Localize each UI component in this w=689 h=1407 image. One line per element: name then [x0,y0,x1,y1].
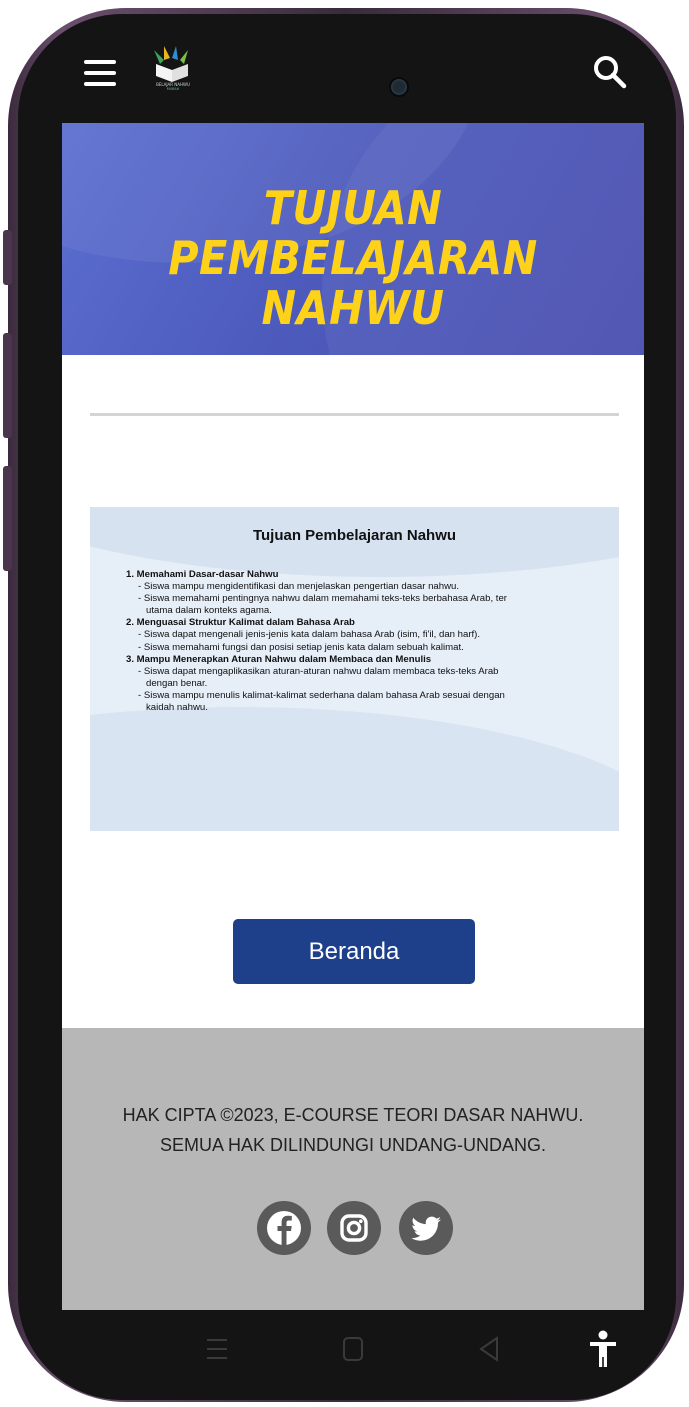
facebook-icon[interactable] [257,1201,311,1255]
objective-item: utama dalam konteks agama. [146,605,272,617]
objective-item: kaidah nahwu. [146,702,208,714]
recent-apps-icon[interactable] [206,1336,228,1367]
system-navigation-bar [62,1310,644,1390]
card-title: Tujuan Pembelajaran Nahwu [252,527,457,544]
objective-item: dengan benar. [146,677,208,689]
page-content: TUJUAN PEMBELAJARAN NAHWU Tujuan Pembela… [62,123,644,1310]
objective-item: - Siswa mampu menulis kalimat-kalimat se… [138,689,505,701]
menu-icon[interactable] [84,60,116,86]
objective-item: - Siswa memahami pentingnya nahwu dalam … [138,593,508,605]
objective-heading: 1. Memahami Dasar-dasar Nahwu [126,569,279,580]
objective-heading: 3. Mampu Menerapkan Aturan Nahwu dalam M… [126,653,432,665]
twitter-icon[interactable] [399,1201,453,1255]
site-logo[interactable]: BELAJAR NAHWU MUBAH [146,42,200,91]
objective-item: - Siswa mampu mengidentifikasi dan menje… [138,581,460,593]
search-icon[interactable] [592,54,628,90]
top-app-bar: BELAJAR NAHWU MUBAH [0,0,689,123]
front-camera [389,77,409,97]
card-body: 1. Memahami Dasar-dasar Nahwu - Siswa mam… [126,569,596,714]
objective-item: - Siswa memahami fungsi dan posisi setia… [138,641,464,653]
instagram-icon[interactable] [327,1201,381,1255]
objective-heading: 2. Menguasai Struktur Kalimat dalam Baha… [126,617,355,629]
page-title: TUJUAN PEMBELAJARAN NAHWU [168,181,538,335]
objective-item: - Siswa dapat mengaplikasikan aturan-atu… [138,665,499,677]
copyright-text: HAK CIPTA ©2023, E-COURSE TEORI DASAR NA… [122,1105,584,1155]
divider [90,413,619,416]
logo-subtext: MUBAH [167,87,180,90]
back-icon[interactable] [478,1336,500,1367]
beranda-button[interactable]: Beranda [233,919,475,984]
hero-banner: TUJUAN PEMBELAJARAN NAHWU [62,123,644,355]
accessibility-icon[interactable] [588,1330,618,1373]
footer: HAK CIPTA ©2023, E-COURSE TEORI DASAR NA… [62,1028,644,1310]
objective-item: - Siswa dapat mengenali jenis-jenis kata… [138,629,481,641]
phone-side-button [3,333,12,438]
learning-objectives-image: Tujuan Pembelajaran Nahwu 1. Memahami Da… [90,507,619,831]
home-icon[interactable] [342,1336,364,1367]
phone-side-button [3,466,12,571]
phone-side-button [3,230,12,285]
